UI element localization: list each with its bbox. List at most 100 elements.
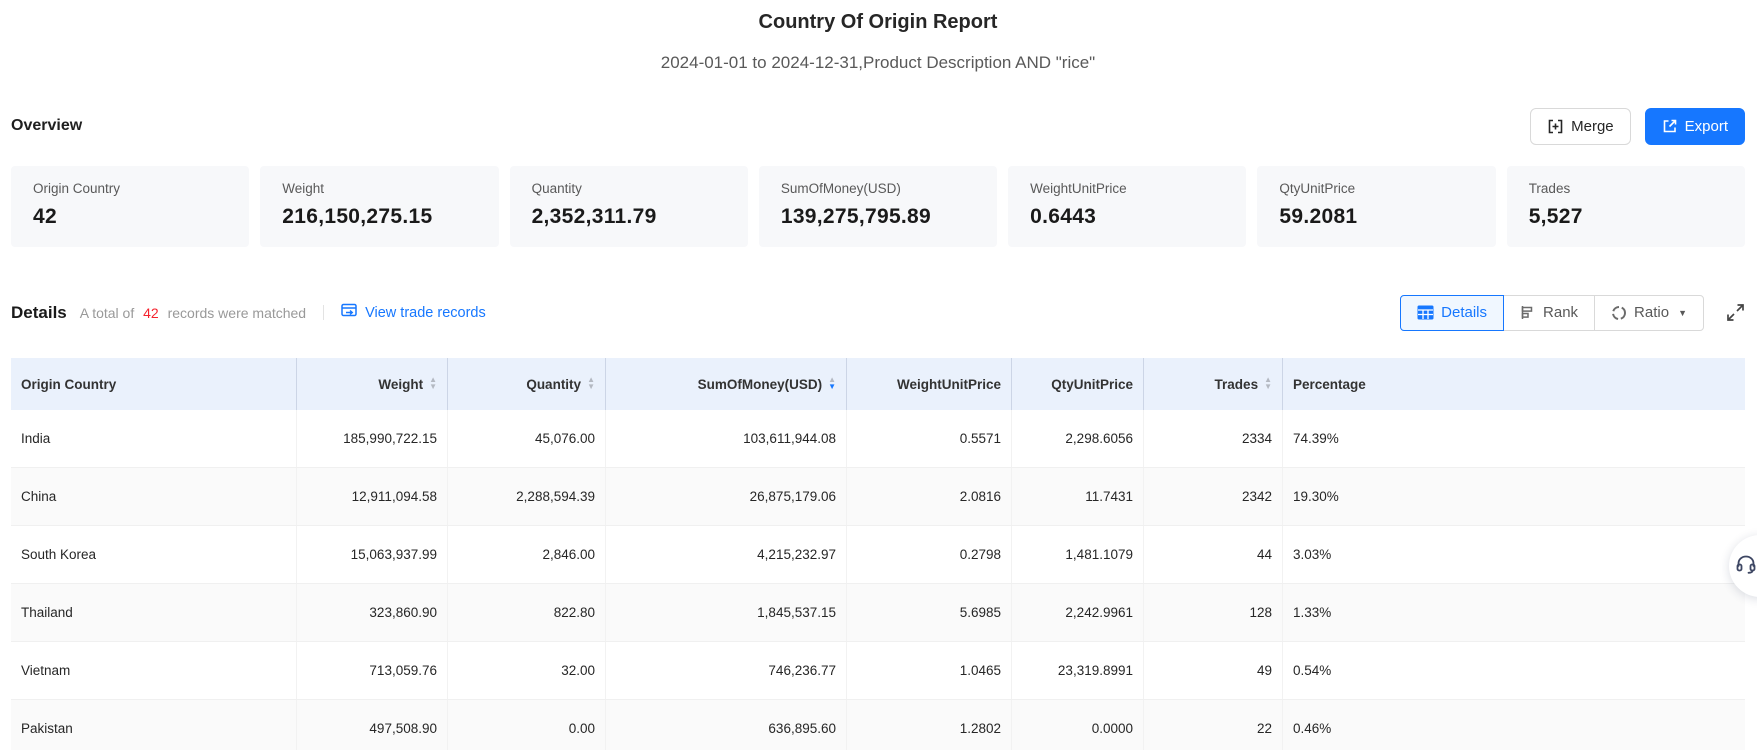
column-header-weight[interactable]: Weight ▲ ▼ [297,358,448,410]
details-bar: Details A total of 42 records were match… [11,294,1745,331]
match-prefix: A total of [79,304,135,321]
stat-card-label: Trades [1528,181,1571,196]
table-cell: 15,063,937.99 [297,526,448,583]
table-cell: 1,481.1079 [1012,526,1144,583]
report-header: Country Of Origin Report 2024-01-01 to 2… [11,0,1745,74]
column-header-label: WeightUnitPrice [896,376,1001,392]
stat-card-label: Origin Country [33,181,121,196]
merge-button-label: Merge [1571,117,1614,135]
column-header-label: Trades [1214,376,1259,392]
stat-card-value: 5,527 [1528,205,1583,228]
table-cell: 636,895.60 [606,700,847,750]
table-cell: 323,860.90 [297,584,448,641]
merge-icon [1547,118,1564,135]
stat-card-label: Quantity [531,181,582,196]
stat-card-value: 0.6443 [1030,205,1097,228]
export-icon [1662,118,1678,134]
match-summary: A total of 42 records were matched [80,305,306,321]
tab-details[interactable]: Details [1400,294,1505,331]
export-button[interactable]: Export [1644,107,1745,145]
column-header-quantity[interactable]: Quantity ▲ ▼ [448,358,606,410]
column-header-trades[interactable]: Trades ▲ ▼ [1144,358,1283,410]
stat-card-value: 216,150,275.15 [282,205,433,228]
table-cell: 45,076.00 [448,410,606,467]
table-cell: 0.5571 [847,410,1012,467]
overview-heading: Overview [11,117,83,134]
stat-card: SumOfMoney(USD) 139,275,795.89 [758,166,998,247]
table-cell: 74.39% [1293,431,1339,446]
table-cell: 2342 [1144,468,1283,525]
sort-icon[interactable]: ▲ ▼ [1264,376,1272,391]
overview-bar: Overview Merge Export [11,107,1745,145]
table-cell: 0.0000 [1012,700,1144,750]
fullscreen-icon[interactable] [1726,303,1745,322]
table-body: India 185,990,722.15 45,076.00 103,611,944.… [11,410,1745,750]
stat-card-label: WeightUnitPrice [1030,181,1127,196]
tab-ratio[interactable]: Ratio ▼ [1594,294,1704,331]
column-header-label: SumOfMoney(USD) [697,376,823,392]
table-cell: 822.80 [448,584,606,641]
table-cell: 103,611,944.08 [606,410,847,467]
table-cell: 0.46% [1293,721,1332,736]
column-header-label: Origin Country [21,376,117,392]
view-trade-records-label: View trade records [365,304,486,321]
table-cell: 11.7431 [1012,468,1144,525]
stat-card-value: 2,352,311.79 [531,205,657,228]
stat-card: Quantity 2,352,311.79 [509,166,748,247]
export-button-label: Export [1684,117,1728,135]
table-cell: 44 [1144,526,1283,583]
table-cell: 1.2802 [847,700,1012,750]
sort-icon[interactable]: ▲ ▼ [429,376,437,391]
report-page: Country Of Origin Report 2024-01-01 to 2… [0,0,1757,750]
table-cell: 1.33% [1293,605,1332,620]
column-header-qtyunitprice: QtyUnitPrice [1012,358,1144,410]
column-header-sumofmoney-usd-[interactable]: SumOfMoney(USD) ▲ ▼ [606,358,847,410]
stat-card-value: 42 [33,205,57,228]
column-header-percentage: Percentage [1283,358,1745,410]
table-cell: 185,990,722.15 [297,410,448,467]
table-cell: 49 [1144,642,1283,699]
table-cell: 497,508.90 [297,700,448,750]
stat-card-label: QtyUnitPrice [1279,181,1356,196]
sort-icon[interactable]: ▲ ▼ [828,376,836,391]
tab-rank[interactable]: Rank [1503,294,1596,331]
stat-card: Origin Country 42 [11,166,250,247]
table-cell: 32.00 [448,642,606,699]
table-cell: 2,846.00 [448,526,606,583]
table-cell: 22 [1144,700,1283,750]
table-icon [1417,305,1434,320]
headset-icon [1734,552,1757,581]
table-cell: 2334 [1144,410,1283,467]
sort-icon[interactable]: ▲ ▼ [587,376,595,391]
details-bar-right: Details Rank Ratio ▼ [1400,294,1745,331]
table-cell: 2.0816 [847,468,1012,525]
table-row: India 185,990,722.15 45,076.00 103,611,944.… [11,410,1745,468]
table-cell: 3.03% [1293,547,1332,562]
table-cell: Thailand [11,584,297,641]
match-count: 42 [143,304,159,321]
table-cell: Vietnam [11,642,297,699]
stat-card: WeightUnitPrice 0.6443 [1008,166,1247,247]
table-cell: 1.0465 [847,642,1012,699]
table-cell: 4,215,232.97 [606,526,847,583]
tab-label: Ratio [1634,304,1670,321]
stat-card: Weight 216,150,275.15 [260,166,499,247]
stat-card: Trades 5,527 [1506,166,1745,247]
table-cell: 713,059.76 [297,642,448,699]
top-actions: Merge Export [1530,107,1745,145]
stat-card-label: Weight [282,181,325,196]
table-cell: 0.00 [448,700,606,750]
merge-button[interactable]: Merge [1530,107,1631,145]
report-subtitle: 2024-01-01 to 2024-12-31,Product Descrip… [660,53,1096,72]
table-cell: Pakistan [11,700,297,750]
table-row: Thailand 323,860.90 822.80 1,845,537.15 5.69… [11,584,1745,642]
details-table: Origin Country Weight ▲ ▼ Quantity ▲ ▼ SumOfMon… [11,358,1745,750]
table-cell: 1,845,537.15 [606,584,847,641]
table-cell: 746,236.77 [606,642,847,699]
column-header-origin-country: Origin Country [11,358,297,410]
table-cell: 19.30% [1293,489,1339,504]
view-switcher: Details Rank Ratio ▼ [1400,294,1704,331]
view-trade-records-link[interactable]: View trade records [341,303,486,322]
column-header-weightunitprice: WeightUnitPrice [847,358,1012,410]
table-cell: 2,242.9961 [1012,584,1144,641]
